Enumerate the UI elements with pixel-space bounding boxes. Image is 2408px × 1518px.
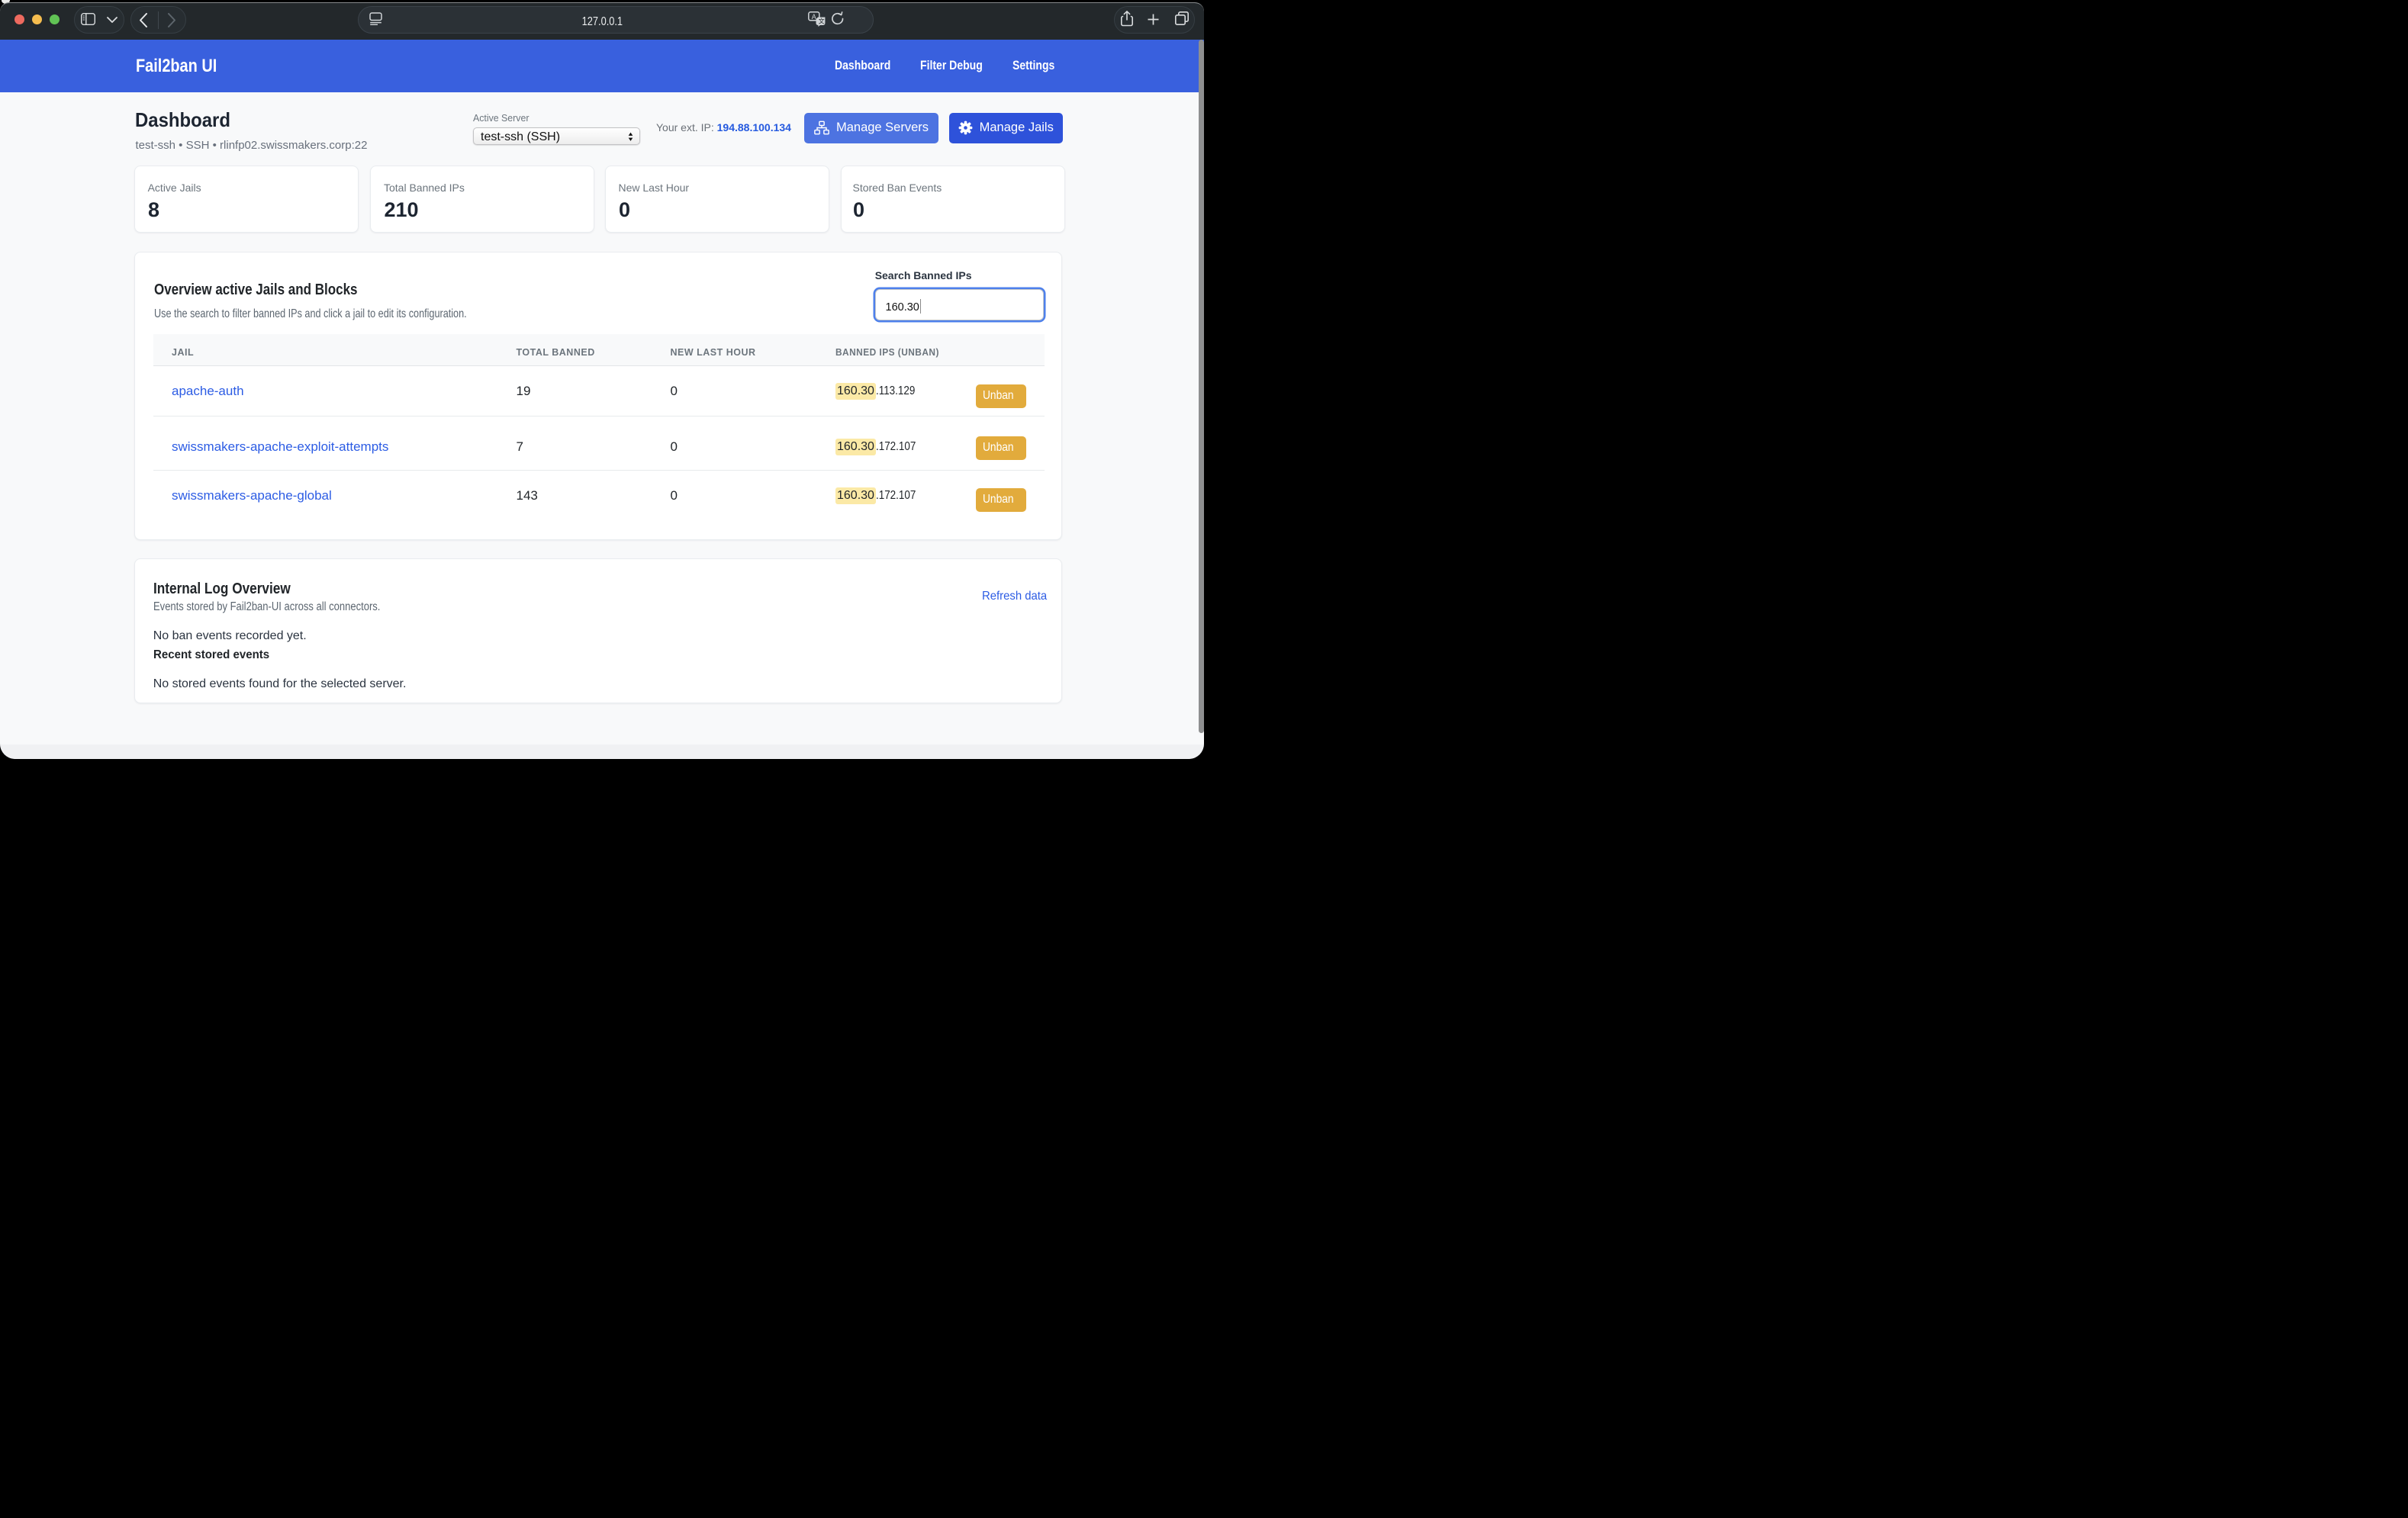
svg-text:文: 文 <box>819 17 825 24</box>
svg-text:A: A <box>812 12 816 20</box>
